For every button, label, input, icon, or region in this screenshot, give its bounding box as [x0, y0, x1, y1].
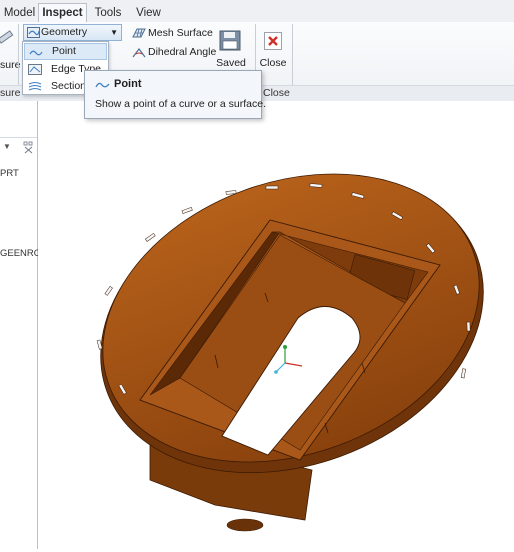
chevron-down-icon[interactable]: ▼ [3, 142, 11, 151]
close-label: Close [259, 57, 287, 69]
3d-model-view [96, 173, 484, 532]
saved-analyses-button[interactable]: Saved [214, 26, 248, 70]
mesh-surface-icon [132, 28, 146, 38]
tooltip-description: Show a point of a curve or a surface. [95, 98, 267, 110]
mesh-surface-label: Mesh Surface [148, 27, 213, 39]
saved-label: Saved [216, 57, 246, 69]
tree-item-part[interactable]: PRT [0, 168, 19, 179]
tab-inspect[interactable]: Inspect [38, 3, 87, 23]
panel-divider [0, 137, 37, 138]
dihedral-angle-icon [132, 48, 146, 58]
menu-item-label: Point [52, 45, 76, 57]
group-label-close: Close [263, 87, 290, 99]
point-curve-icon [95, 82, 110, 88]
model-tree-panel: ▼ PRT GEENROU [0, 101, 48, 549]
chevron-down-icon: ▼ [110, 28, 118, 37]
geometry-report-dropdown[interactable]: Geometry Report ▼ [23, 24, 122, 53]
tree-filter-icon[interactable] [23, 141, 34, 154]
ruler-icon [0, 30, 14, 44]
sections-icon [28, 82, 42, 91]
point-curve-icon [29, 50, 43, 56]
graphics-viewport[interactable] [38, 101, 514, 549]
tab-tools[interactable]: Tools [88, 3, 128, 22]
tooltip: Point Show a point of a curve or a surfa… [84, 70, 266, 119]
measure-button[interactable]: sure [0, 26, 20, 76]
ribbon-tab-strip: Model Inspect Tools View [0, 0, 514, 23]
tab-model[interactable]: Model [0, 3, 41, 22]
geometry-report-icon [27, 27, 40, 38]
dihedral-angle-button[interactable]: Dihedral Angle [132, 45, 216, 59]
mesh-surface-button[interactable]: Mesh Surface [132, 26, 213, 40]
close-icon [264, 32, 282, 50]
tooltip-title: Point [114, 78, 142, 90]
dihedral-angle-label: Dihedral Angle [148, 46, 217, 58]
close-analysis-button[interactable]: Close [258, 26, 288, 70]
floppy-disk-icon [219, 30, 241, 51]
group-label-measure: sure [0, 87, 21, 99]
edge-type-icon [28, 64, 42, 75]
tab-view[interactable]: View [130, 3, 167, 22]
menu-item-point[interactable]: Point [24, 43, 107, 60]
